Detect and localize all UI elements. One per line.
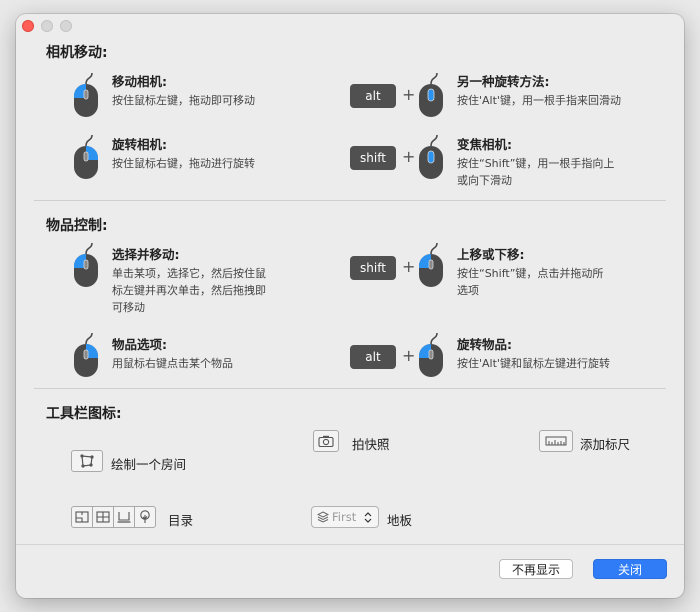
dont-show-again-button[interactable]: 不再显示 [499, 559, 573, 579]
grid-icon [92, 506, 114, 528]
window-zoom-button[interactable] [60, 20, 72, 32]
item-title: 选择并移动: [112, 247, 180, 262]
item-desc: 按住鼠标左键，拖动即可移动 [112, 94, 255, 107]
window-minimize-button[interactable] [41, 20, 53, 32]
help-window: 相机移动: 移动相机: 按住鼠标左键，拖动即可移动 alt + 另一种旋转方法:… [16, 14, 684, 598]
mouse-right-button-icon [74, 332, 98, 377]
plus-icon: + [402, 147, 416, 166]
item-desc: 按住鼠标右键，拖动进行旋转 [112, 157, 255, 170]
item-title: 上移或下移: [457, 247, 525, 262]
add-ruler-label: 添加标尺 [580, 437, 631, 452]
close-button[interactable]: 关闭 [593, 559, 667, 579]
item-title: 另一种旋转方法: [457, 74, 550, 89]
draw-room-label: 绘制一个房间 [111, 457, 187, 472]
alt-key: alt [350, 84, 396, 108]
item-title: 旋转物品: [457, 337, 512, 352]
layers-icon [317, 511, 329, 523]
ruler-icon [539, 430, 573, 452]
window-close-button[interactable] [22, 20, 34, 32]
camera-section-title: 相机移动: [46, 45, 108, 61]
footer-divider [16, 544, 684, 545]
floor-select: First [311, 506, 379, 528]
mouse-left-button-icon [74, 72, 98, 117]
item-desc: 按住'Alt'键和鼠标左键进行旋转 [457, 357, 610, 370]
shift-key: shift [350, 146, 396, 170]
item-title: 物品选项: [112, 337, 167, 352]
tree-icon [134, 506, 156, 528]
mouse-left-button-icon [419, 242, 443, 287]
catalog-view-segmented [71, 506, 156, 528]
mouse-left-button-icon [419, 332, 443, 377]
object-section-title: 物品控制: [46, 218, 108, 234]
mouse-right-button-icon [74, 134, 98, 179]
item-title: 旋转相机: [112, 137, 167, 152]
item-desc: 按住“Shift”键，用一根手指向上 或向下滑动 [457, 157, 615, 187]
camera-icon [313, 430, 339, 452]
plus-icon: + [402, 85, 416, 104]
item-desc: 按住'Alt'键，用一根手指来回滑动 [457, 94, 621, 107]
draw-room-icon [71, 450, 103, 472]
item-title: 变焦相机: [457, 137, 512, 152]
toolbar-section-title: 工具栏图标: [46, 406, 122, 422]
item-desc: 单击某项，选择它，然后按住鼠 标左键并再次单击，然后拖拽即 可移动 [112, 267, 266, 314]
item-title: 移动相机: [112, 74, 167, 89]
mouse-left-button-icon [74, 242, 98, 287]
floorplan-2d-icon [71, 506, 93, 528]
section-divider [34, 388, 666, 389]
floor-select-value: First [332, 510, 357, 524]
catalog-label: 目录 [168, 513, 194, 528]
plus-icon: + [402, 257, 416, 276]
stepper-chevrons-icon [364, 512, 372, 523]
section-divider [34, 200, 666, 201]
floor-label: 地板 [387, 513, 413, 528]
item-desc: 按住“Shift”键，点击并拖动所 选项 [457, 267, 604, 297]
elevation-icon [113, 506, 135, 528]
plus-icon: + [402, 346, 416, 365]
shift-key: shift [350, 256, 396, 280]
snapshot-label: 拍快照 [352, 437, 390, 452]
item-desc: 用鼠标右键点击某个物品 [112, 357, 233, 370]
alt-key: alt [350, 345, 396, 369]
mouse-scroll-icon [419, 72, 443, 117]
mouse-scroll-icon [419, 134, 443, 179]
